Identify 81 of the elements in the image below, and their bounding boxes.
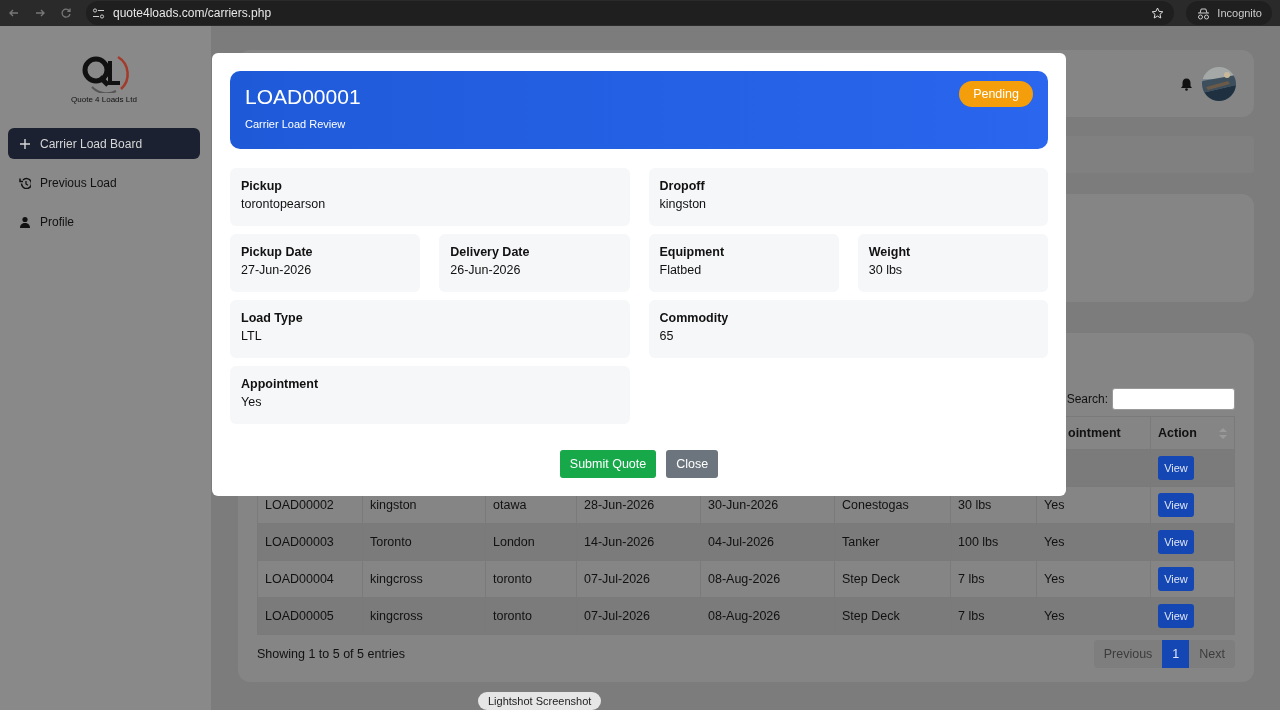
table-cell: 07-Jul-2026 <box>584 572 650 586</box>
profile-label: Incognito <box>1217 7 1262 19</box>
table-cell: kingston <box>370 498 417 512</box>
table-cell: 14-Jun-2026 <box>584 535 655 549</box>
plus-icon <box>19 137 31 150</box>
table-cell: Toronto <box>370 535 412 549</box>
history-icon <box>19 176 31 189</box>
forward-icon[interactable] <box>34 7 46 19</box>
table-cell: kingcross <box>370 609 423 623</box>
detail-value: Flatbed <box>659 263 703 277</box>
detail-label: Commodity <box>659 311 730 325</box>
table-cell: toronto <box>493 572 532 586</box>
detail-label: Equipment <box>659 245 726 259</box>
table-cell: LOAD00004 <box>265 572 334 586</box>
view-button[interactable]: View <box>1158 530 1194 554</box>
table-cell: 28-Jun-2026 <box>584 498 655 512</box>
detail-value: 26-Jun-2026 <box>450 263 522 277</box>
table-cell: LOAD00005 <box>265 609 334 623</box>
status-badge: Pending <box>959 81 1033 107</box>
detail-value: Yes <box>241 395 263 409</box>
entries-info: Showing 1 to 5 of 5 entries <box>257 647 405 661</box>
load-title: LOAD00001 <box>245 85 361 109</box>
detail-value: torontopearson <box>241 197 327 211</box>
column-header[interactable]: ointment <box>1068 426 1121 440</box>
detail-value: kingston <box>659 197 708 211</box>
table-cell: Yes <box>1044 535 1065 549</box>
table-cell: London <box>493 535 535 549</box>
table-cell: 100 lbs <box>958 535 999 549</box>
table-cell: Yes <box>1044 572 1065 586</box>
table-cell: otawa <box>493 498 527 512</box>
table-cell: Yes <box>1044 498 1065 512</box>
column-header[interactable]: Action <box>1158 426 1197 440</box>
detail-label: Dropoff <box>659 179 706 193</box>
site-settings-icon[interactable] <box>92 6 105 20</box>
table-cell: LOAD00003 <box>265 535 334 549</box>
reload-icon[interactable] <box>60 7 72 19</box>
table-cell: Tanker <box>842 535 880 549</box>
close-button[interactable]: Close <box>666 450 719 478</box>
screenshot-tooltip: Lightshot Screenshot <box>478 692 602 710</box>
person-icon <box>19 215 31 228</box>
company-name: Quote 4 Loads Ltd <box>71 95 137 104</box>
detail-label: Weight <box>868 245 912 259</box>
detail-label: Delivery Date <box>450 245 531 259</box>
bell-icon[interactable] <box>1180 76 1193 91</box>
table-cell: 04-Jul-2026 <box>708 535 774 549</box>
detail-value: 27-Jun-2026 <box>241 263 313 277</box>
modal-subtitle: Carrier Load Review <box>245 118 347 130</box>
table-cell: Yes <box>1044 609 1065 623</box>
table-cell: 08-Aug-2026 <box>708 572 781 586</box>
back-icon[interactable] <box>8 7 20 19</box>
sidebar-item[interactable]: Previous Load <box>8 167 200 198</box>
page-button[interactable]: 1 <box>1162 640 1190 668</box>
table-cell: Step Deck <box>842 609 900 623</box>
table-cell: 30 lbs <box>958 498 992 512</box>
detail-label: Appointment <box>241 377 320 391</box>
view-button[interactable]: View <box>1158 604 1194 628</box>
table-cell: 30-Jun-2026 <box>708 498 779 512</box>
view-button[interactable]: View <box>1158 567 1194 591</box>
table-cell: Step Deck <box>842 572 900 586</box>
detail-value: LTL <box>241 329 263 343</box>
table-cell: toronto <box>493 609 532 623</box>
view-button[interactable]: View <box>1158 456 1194 480</box>
search-field[interactable] <box>1112 388 1235 410</box>
view-button[interactable]: View <box>1158 493 1194 517</box>
table-cell: 07-Jul-2026 <box>584 609 650 623</box>
table-cell: 08-Aug-2026 <box>708 609 781 623</box>
sidebar-item[interactable]: Profile <box>8 206 200 237</box>
incognito-icon <box>1196 6 1212 20</box>
sidebar-item[interactable]: Carrier Load Board <box>8 128 200 159</box>
table-cell: 7 lbs <box>958 572 985 586</box>
detail-label: Pickup <box>241 179 283 193</box>
search-label: Search: <box>1066 392 1108 406</box>
detail-label: Load Type <box>241 311 304 325</box>
table-cell: LOAD00002 <box>265 498 334 512</box>
table-cell: 7 lbs <box>958 609 985 623</box>
detail-value: 65 <box>659 329 675 343</box>
detail-value: 30 lbs <box>868 263 904 277</box>
star-icon[interactable] <box>1151 6 1165 20</box>
table-cell: Conestogas <box>842 498 909 512</box>
detail-label: Pickup Date <box>241 245 314 259</box>
table-cell: kingcross <box>370 572 423 586</box>
